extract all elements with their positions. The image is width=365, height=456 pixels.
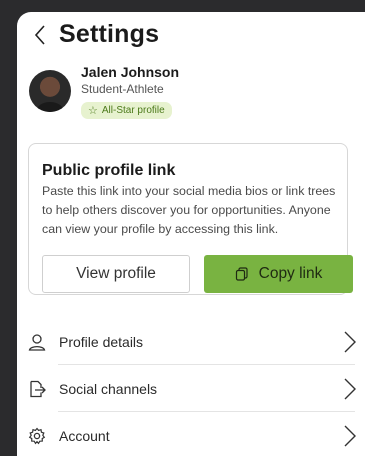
public-profile-link-card: Public profile link Paste this link into… — [28, 143, 353, 295]
view-profile-button[interactable]: View profile — [42, 255, 190, 293]
back-button[interactable] — [29, 21, 51, 49]
badge-label: All-Star profile — [101, 105, 165, 116]
profile-summary: Jalen Johnson Student-Athlete ☆ All-Star… — [29, 64, 179, 119]
view-profile-label: View profile — [76, 265, 156, 282]
menu-item-label: Profile details — [59, 333, 144, 350]
gear-icon — [28, 427, 46, 444]
share-icon — [30, 380, 46, 397]
chevron-left-icon — [34, 24, 45, 45]
menu-item-label: Social channels — [59, 380, 158, 397]
profile-name: Jalen Johnson — [81, 64, 180, 80]
chevron-right-icon — [344, 378, 356, 399]
settings-menu: Profile details Social channels Account — [17, 318, 365, 456]
menu-item-label: Account — [59, 427, 110, 444]
settings-panel: Settings Jalen Johnson Student-Athlete ☆… — [17, 12, 365, 456]
copy-link-label: Copy link — [258, 265, 323, 282]
menu-item-account[interactable]: Account — [17, 412, 365, 456]
all-star-badge: ☆ All-Star profile — [81, 102, 172, 119]
profile-text: Jalen Johnson Student-Athlete ☆ All-Star… — [81, 64, 179, 119]
menu-item-social-channels[interactable]: Social channels — [17, 365, 365, 412]
copy-link-button[interactable]: Copy link — [204, 255, 353, 293]
person-icon — [28, 333, 46, 351]
chevron-right-icon — [344, 331, 356, 352]
chevron-right-icon — [344, 425, 356, 446]
card-title: Public profile link — [42, 162, 176, 179]
copy-icon — [235, 267, 249, 281]
header: Settings — [29, 20, 159, 49]
card-description: Paste this link into your social media b… — [42, 184, 336, 236]
star-icon: ☆ — [88, 105, 98, 117]
menu-item-profile-details[interactable]: Profile details — [17, 318, 365, 365]
profile-role: Student-Athlete — [81, 82, 164, 96]
avatar — [29, 70, 71, 112]
page-title: Settings — [59, 20, 160, 48]
